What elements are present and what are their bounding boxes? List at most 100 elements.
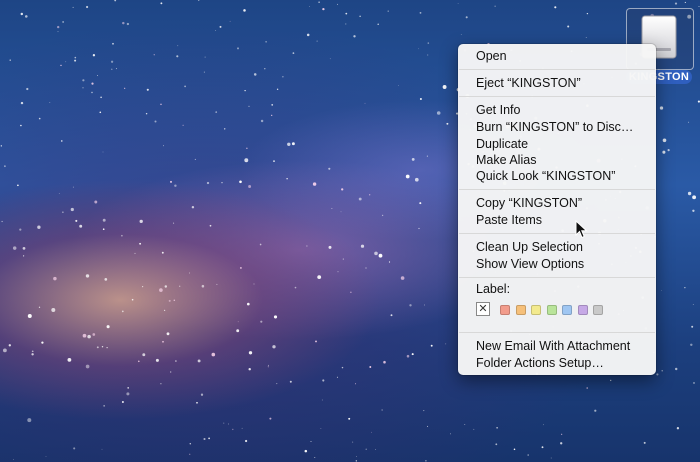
star	[51, 308, 56, 312]
star	[315, 340, 317, 343]
menu-item-new-email-with-attachment[interactable]: New Email With Attachment	[476, 338, 630, 354]
menu-item-show-view-options[interactable]: Show View Options	[476, 256, 584, 272]
star	[1, 220, 3, 223]
star	[19, 228, 22, 231]
star	[189, 453, 191, 455]
star	[37, 225, 41, 229]
star	[160, 383, 162, 385]
star	[271, 114, 273, 116]
star	[201, 284, 205, 288]
star	[100, 96, 102, 99]
menu-item-burn-to-disc[interactable]: Burn “KINGSTON” to Disc…	[476, 119, 633, 135]
star	[287, 142, 291, 147]
label-color-swatch[interactable]	[562, 305, 572, 315]
star	[291, 142, 295, 146]
star	[248, 351, 253, 355]
star	[94, 200, 98, 204]
star	[65, 61, 67, 63]
star	[560, 442, 563, 445]
star	[464, 424, 466, 425]
star	[20, 12, 24, 16]
menu-item-paste-items[interactable]: Paste Items	[476, 212, 542, 228]
star	[423, 410, 425, 412]
star	[31, 350, 34, 353]
menu-item-duplicate[interactable]: Duplicate	[476, 136, 528, 152]
label-color-swatch[interactable]	[515, 305, 526, 315]
star	[8, 344, 11, 347]
star	[131, 298, 134, 301]
star	[341, 188, 344, 191]
star	[38, 117, 41, 120]
menu-item-get-info[interactable]: Get Info	[476, 102, 520, 118]
star	[73, 447, 76, 450]
star	[390, 314, 393, 317]
star	[369, 366, 372, 368]
star	[360, 244, 365, 248]
label-color-swatch[interactable]	[546, 305, 557, 315]
star	[358, 197, 362, 201]
star	[365, 448, 367, 450]
menu-separator	[459, 69, 655, 70]
menu-item-eject[interactable]: Eject “KINGSTON”	[476, 75, 581, 91]
star	[320, 428, 322, 429]
star	[114, 0, 117, 2]
star	[294, 286, 297, 289]
star	[162, 340, 164, 343]
star	[388, 261, 391, 263]
menu-item-open[interactable]: Open	[476, 48, 507, 64]
star	[121, 401, 124, 403]
star	[97, 75, 98, 76]
star	[342, 258, 344, 260]
star	[102, 151, 104, 153]
star	[112, 42, 114, 45]
menu-item-folder-actions-setup[interactable]: Folder Actions Setup…	[476, 355, 604, 371]
label-color-swatch[interactable]	[593, 305, 603, 315]
menu-item-make-alias[interactable]: Make Alias	[476, 152, 536, 168]
star	[687, 191, 692, 196]
menu-item-clean-up-selection[interactable]: Clean Up Selection	[476, 239, 583, 255]
star	[160, 2, 163, 5]
star	[314, 456, 316, 458]
star	[208, 437, 211, 440]
star	[331, 208, 333, 210]
star	[170, 180, 172, 183]
star	[215, 30, 217, 31]
star	[353, 35, 356, 38]
star	[126, 22, 130, 26]
label-color-swatch[interactable]	[500, 305, 510, 315]
star	[411, 353, 414, 356]
star	[674, 2, 678, 5]
menu-item-quick-look[interactable]: Quick Look “KINGSTON”	[476, 168, 615, 184]
star	[166, 332, 170, 336]
no-label-x-icon[interactable]: ✕	[476, 302, 490, 316]
star	[27, 314, 32, 318]
star	[676, 427, 680, 430]
star	[387, 10, 389, 12]
star	[174, 184, 177, 187]
star	[375, 449, 376, 450]
star	[309, 6, 310, 7]
label-color-swatch[interactable]	[577, 305, 588, 315]
star	[365, 267, 367, 269]
star	[269, 417, 272, 420]
star	[175, 360, 177, 362]
star	[594, 409, 597, 412]
star	[182, 124, 184, 126]
star	[436, 111, 441, 115]
star	[341, 366, 344, 369]
mouse-pointer-icon	[575, 220, 588, 239]
star	[423, 304, 425, 306]
star	[91, 91, 93, 94]
star	[304, 449, 308, 453]
star	[264, 68, 266, 70]
star	[691, 325, 694, 328]
star	[411, 157, 415, 161]
star	[282, 76, 284, 78]
menu-item-copy[interactable]: Copy “KINGSTON”	[476, 195, 582, 211]
star	[656, 373, 659, 376]
star	[337, 3, 338, 5]
label-color-swatch[interactable]	[531, 305, 541, 315]
star	[145, 112, 148, 115]
star	[115, 68, 117, 70]
star	[170, 371, 172, 373]
